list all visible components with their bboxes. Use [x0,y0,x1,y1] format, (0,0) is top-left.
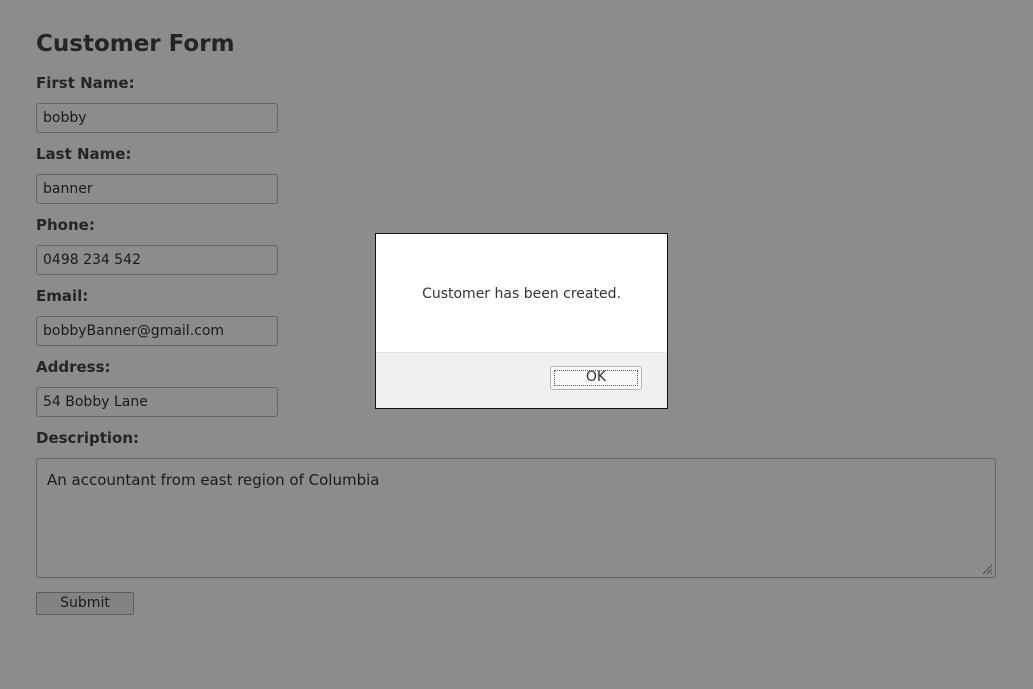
dialog-message: Customer has been created. [376,234,667,353]
alert-dialog: Customer has been created. OK [375,233,668,409]
dialog-footer: OK [376,352,667,408]
ok-button-label: OK [585,369,607,385]
ok-button[interactable]: OK [550,366,642,390]
page: Customer Form First Name: bobby Last Nam… [0,0,1033,689]
